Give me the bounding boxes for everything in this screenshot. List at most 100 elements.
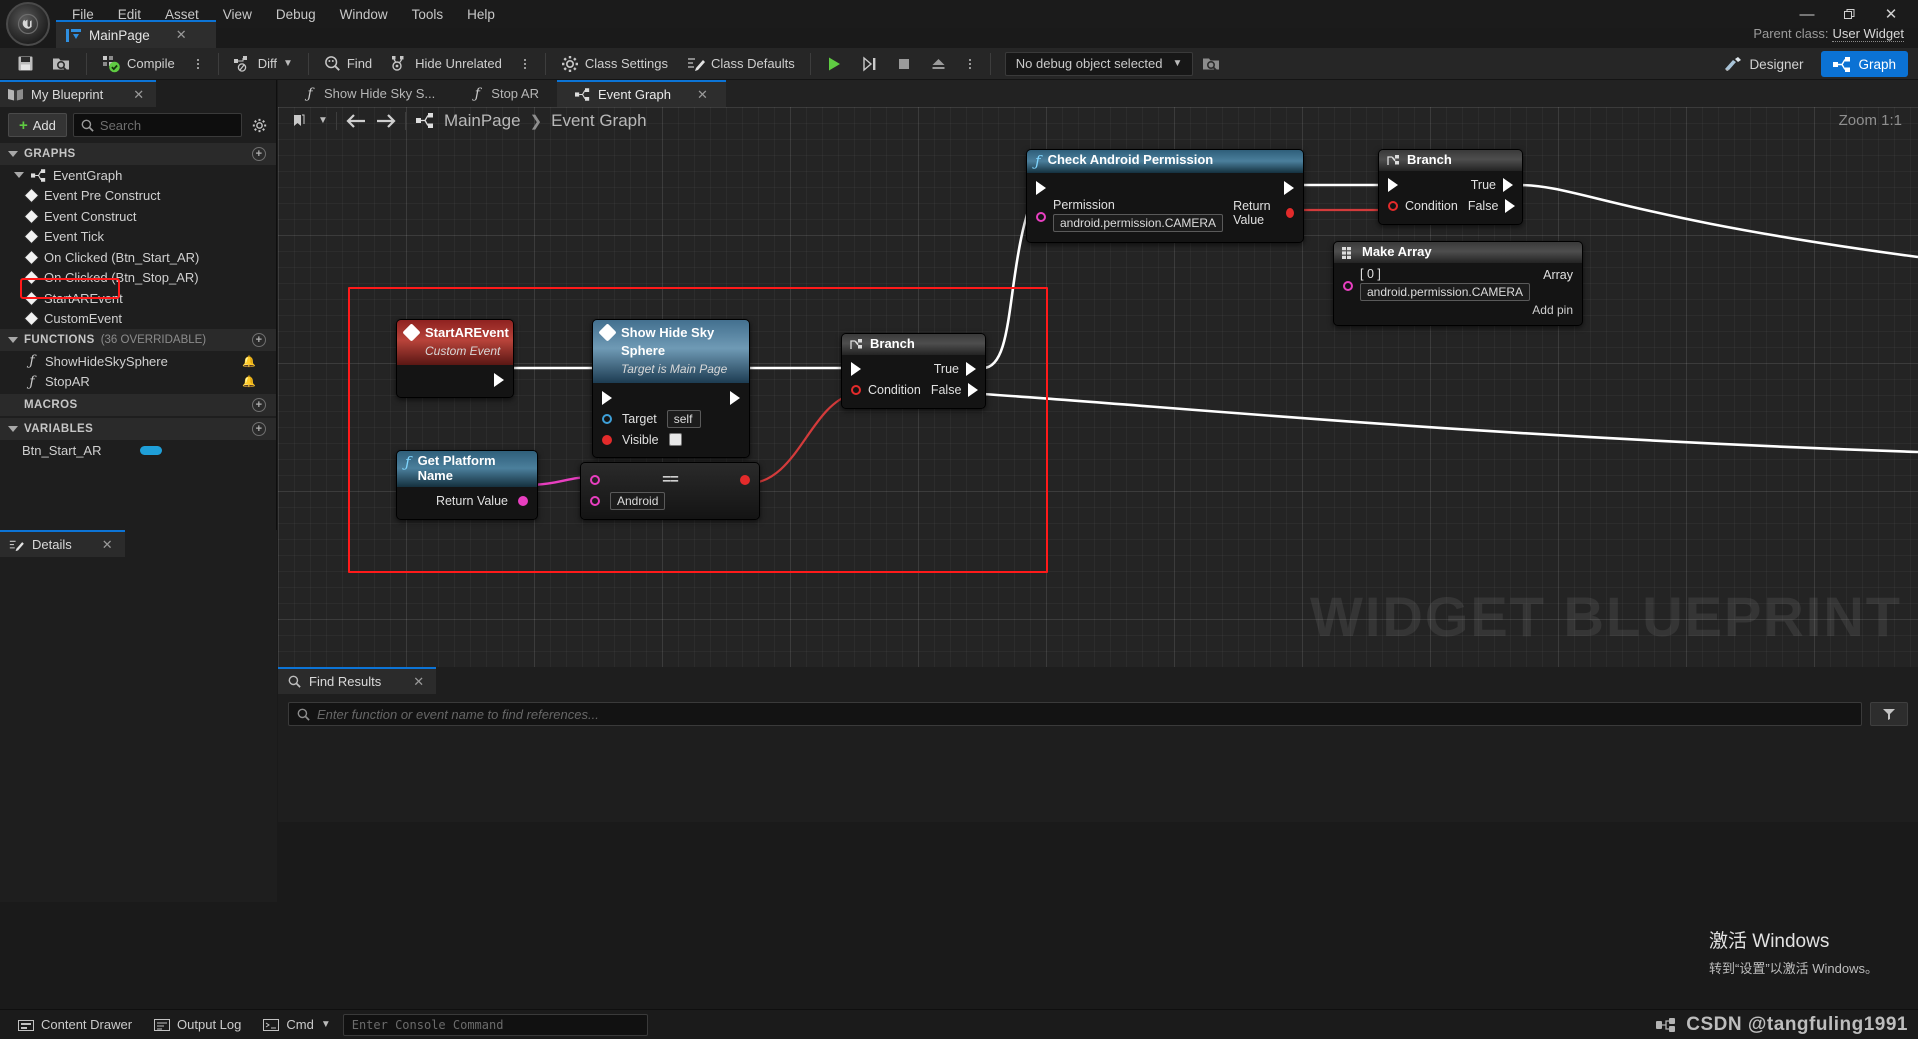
graph-tab-show-hide-sky-sphere[interactable]: ƒ Show Hide Sky S... — [286, 80, 453, 107]
class-settings-button[interactable]: Class Settings — [552, 50, 677, 78]
class-defaults-button[interactable]: Class Defaults — [677, 50, 804, 78]
output-log-button[interactable]: Output Log — [144, 1013, 251, 1037]
add-macro-button[interactable]: + — [252, 398, 266, 412]
tree-item-startarevent[interactable]: StartAREvent — [0, 288, 276, 309]
play-options-button[interactable] — [956, 50, 984, 78]
exec-output-false-pin[interactable] — [968, 383, 979, 398]
compile-button[interactable]: Compile — [93, 50, 184, 78]
blueprint-search-box[interactable] — [72, 113, 242, 137]
find-results-filter-button[interactable] — [1870, 702, 1908, 726]
tree-item-on-clicked-btn-stop-ar[interactable]: On Clicked (Btn_Stop_AR) — [0, 268, 276, 289]
add-function-button[interactable]: + — [252, 333, 266, 347]
exec-output-true-pin[interactable] — [1503, 178, 1513, 193]
hide-unrelated-button[interactable]: Hide Unrelated — [381, 50, 511, 78]
node-get-platform-name[interactable]: ƒ Get Platform Name Return Value — [396, 450, 538, 520]
visible-input-pin[interactable] — [602, 434, 612, 445]
details-tab[interactable]: Details ✕ — [0, 530, 125, 557]
exec-input-pin[interactable] — [1388, 178, 1398, 193]
section-header-graphs[interactable]: GRAPHS + — [0, 143, 276, 165]
tree-item-event-pre-construct[interactable]: Event Pre Construct — [0, 186, 276, 207]
debug-object-select[interactable]: No debug object selected ▼ — [1004, 51, 1194, 76]
tree-item-variable-btn-start-ar[interactable]: Btn_Start_AR — [0, 440, 276, 460]
blueprint-search-input[interactable] — [99, 117, 234, 133]
back-button[interactable] — [341, 108, 371, 134]
add-variable-button[interactable]: + — [252, 422, 266, 436]
exec-output-true-pin[interactable] — [966, 362, 976, 377]
browse-button[interactable] — [43, 50, 80, 78]
cmd-select-button[interactable]: Cmd ▼ — [253, 1013, 340, 1037]
node-check-android-permission[interactable]: ƒ Check Android Permission Permission an… — [1026, 149, 1304, 243]
find-results-tab[interactable]: Find Results ✕ — [278, 667, 437, 694]
tree-item-showhideskysphere[interactable]: ƒ ShowHideSkySphere 🔔 — [0, 351, 276, 372]
compare-value-b[interactable]: Android — [610, 491, 666, 510]
compare-input-a-pin[interactable] — [590, 474, 600, 485]
node-start-ar-event[interactable]: StartAREvent Custom Event — [396, 319, 514, 398]
section-header-variables[interactable]: VARIABLES + — [0, 418, 276, 440]
compare-output-pin[interactable] — [740, 474, 750, 485]
exec-output-pin[interactable] — [494, 372, 504, 387]
add-button[interactable]: + Add — [8, 113, 67, 137]
content-drawer-button[interactable]: Content Drawer — [8, 1013, 142, 1037]
console-command-input[interactable] — [351, 1017, 639, 1032]
breadcrumb-root[interactable]: MainPage — [440, 111, 525, 131]
debug-browse-button[interactable] — [1193, 50, 1230, 78]
exec-output-pin[interactable] — [1284, 180, 1294, 195]
array-index-value[interactable]: android.permission.CAMERA — [1360, 282, 1531, 301]
asset-tab-close-icon[interactable]: ✕ — [176, 27, 187, 43]
visible-checkbox[interactable] — [668, 433, 682, 446]
add-pin-button[interactable]: Add pin — [1334, 301, 1582, 317]
play-button[interactable] — [817, 50, 852, 78]
node-show-hide-sky-sphere[interactable]: Show Hide Sky Sphere Target is Main Page… — [592, 319, 750, 458]
exec-output-false-pin[interactable] — [1505, 199, 1516, 214]
exec-input-pin[interactable] — [1036, 180, 1046, 195]
graph-tab-stop-ar[interactable]: ƒ Stop AR — [453, 80, 557, 107]
permission-input-pin[interactable] — [1036, 212, 1046, 222]
graph-mode-button[interactable]: Graph — [1821, 51, 1908, 77]
node-branch-right[interactable]: Branch True Condition False — [1378, 149, 1523, 225]
node-branch-main[interactable]: Branch True Condition False — [841, 333, 986, 409]
array-element-input-pin[interactable] — [1343, 280, 1353, 291]
details-tab-close-icon[interactable]: ✕ — [102, 537, 113, 553]
target-input-pin[interactable] — [602, 413, 612, 424]
bookmark-button[interactable] — [284, 108, 314, 134]
tree-item-event-construct[interactable]: Event Construct — [0, 206, 276, 227]
step-button[interactable] — [852, 50, 887, 78]
exec-input-pin[interactable] — [602, 390, 612, 405]
blueprint-graph-canvas[interactable]: WIDGET BLUEPRINT StartAREvent Custom Eve… — [278, 107, 1918, 667]
tree-item-on-clicked-btn-start-ar[interactable]: On Clicked (Btn_Start_AR) — [0, 247, 276, 268]
condition-input-pin[interactable] — [1388, 201, 1398, 212]
graph-tab-event-graph[interactable]: Event Graph ✕ — [556, 80, 726, 107]
find-results-input[interactable] — [317, 706, 1853, 722]
parent-class-value[interactable]: User Widget — [1832, 26, 1904, 42]
compile-options-button[interactable] — [184, 50, 212, 78]
graph-tab-close-icon[interactable]: ✕ — [697, 87, 708, 103]
return-value-output-pin[interactable] — [1286, 208, 1294, 218]
return-value-output-pin[interactable] — [518, 496, 528, 507]
blueprint-settings-button[interactable] — [248, 118, 270, 133]
stop-button[interactable] — [887, 50, 921, 78]
forward-button[interactable] — [371, 108, 401, 134]
exec-input-pin[interactable] — [851, 362, 861, 377]
permission-value[interactable]: android.permission.CAMERA — [1053, 214, 1224, 232]
tree-item-stopar[interactable]: ƒ StopAR 🔔 — [0, 372, 276, 393]
compare-input-b-pin[interactable] — [590, 495, 600, 506]
tree-item-eventgraph[interactable]: EventGraph — [0, 165, 276, 186]
find-results-tab-close-icon[interactable]: ✕ — [413, 674, 424, 690]
exec-output-pin[interactable] — [730, 390, 740, 405]
source-control-icon[interactable] — [1656, 1017, 1676, 1033]
eject-button[interactable] — [921, 50, 956, 78]
section-header-functions[interactable]: FUNCTIONS (36 OVERRIDABLE) + — [0, 329, 276, 351]
save-button[interactable] — [8, 50, 43, 78]
console-command-input-wrap[interactable] — [342, 1013, 648, 1036]
target-value[interactable]: self — [666, 409, 701, 428]
find-results-input-wrap[interactable] — [288, 702, 1862, 726]
section-header-macros[interactable]: MACROS + — [0, 394, 276, 416]
bookmark-dropdown-button[interactable]: ▼ — [314, 108, 332, 134]
my-blueprint-tab-close-icon[interactable]: ✕ — [133, 87, 144, 103]
tree-item-event-tick[interactable]: Event Tick — [0, 227, 276, 248]
condition-input-pin[interactable] — [851, 385, 861, 396]
tree-item-customevent[interactable]: CustomEvent — [0, 309, 276, 330]
hide-unrelated-options-button[interactable] — [511, 50, 539, 78]
find-button[interactable]: Find — [315, 50, 381, 78]
node-equal-compare[interactable]: == Android — [580, 462, 760, 520]
